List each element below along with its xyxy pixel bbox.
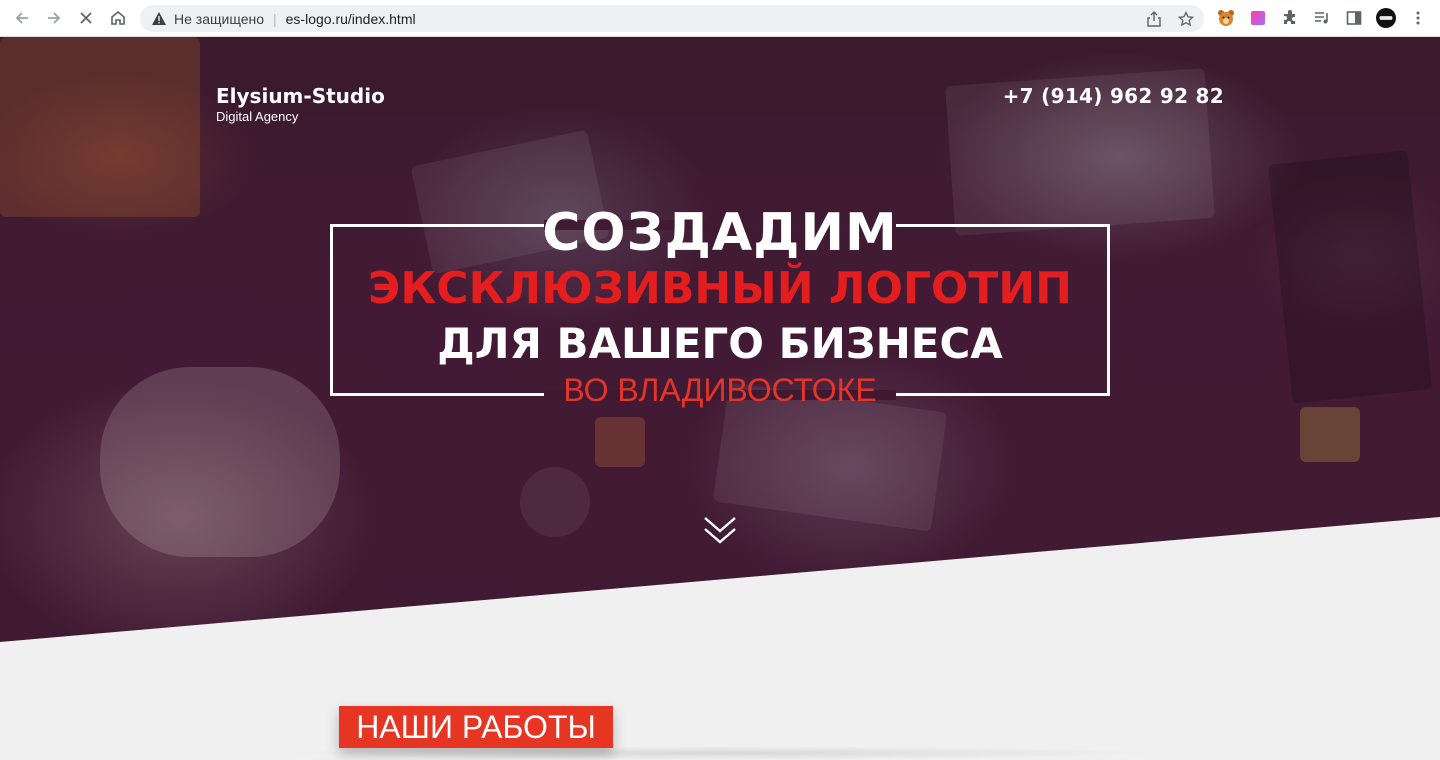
site-logo[interactable]: Elysium-Studio: [216, 84, 385, 108]
bear-extension-icon[interactable]: [1216, 8, 1236, 28]
headline-line-2: ЭКСКЛЮЗИВНЫЙ ЛОГОТИП: [368, 263, 1072, 314]
headline-line-3: ДЛЯ ВАШЕГО БИЗНЕСА: [437, 319, 1003, 368]
stop-loading-icon[interactable]: [73, 6, 99, 30]
back-arrow-icon[interactable]: [9, 6, 35, 30]
sticky-note-shape: [1300, 407, 1360, 462]
headline-line-1: СОЗДАДИМ: [542, 203, 898, 263]
kebab-menu-icon[interactable]: [1408, 8, 1428, 28]
divider: |: [273, 10, 277, 27]
headline-line-4: ВО ВЛАДИВОСТОКЕ: [563, 372, 877, 408]
star-icon[interactable]: [1176, 11, 1196, 27]
home-icon[interactable]: [105, 6, 131, 30]
security-label[interactable]: Не защищено: [174, 11, 264, 27]
puzzle-icon[interactable]: [1280, 8, 1300, 28]
section-title-works: НАШИ РАБОТЫ: [339, 706, 613, 748]
works-card-shadow: [280, 746, 1160, 760]
cup-shape: [520, 467, 590, 537]
forward-arrow-icon[interactable]: [41, 6, 67, 30]
chevron-double-down-icon[interactable]: [704, 515, 736, 547]
hand-shape: [0, 37, 200, 217]
warning-triangle-icon: [152, 12, 166, 26]
site-tagline: Digital Agency: [216, 109, 299, 124]
gradient-extension-icon[interactable]: [1248, 8, 1268, 28]
profile-avatar-icon[interactable]: [1376, 8, 1396, 28]
share-icon[interactable]: [1144, 11, 1164, 27]
address-bar[interactable]: Не защищено | es-logo.ru/index.html: [140, 5, 1204, 32]
media-playlist-icon[interactable]: [1312, 8, 1332, 28]
url-text[interactable]: es-logo.ru/index.html: [286, 11, 416, 27]
hero-section: Elysium-Studio Digital Agency +7 (914) 9…: [0, 37, 1440, 642]
side-panel-icon[interactable]: [1344, 8, 1364, 28]
phone-number[interactable]: +7 (914) 962 92 82: [1003, 84, 1224, 108]
browser-toolbar: Не защищено | es-logo.ru/index.html: [0, 0, 1440, 37]
sticky-note-shape: [595, 417, 645, 467]
